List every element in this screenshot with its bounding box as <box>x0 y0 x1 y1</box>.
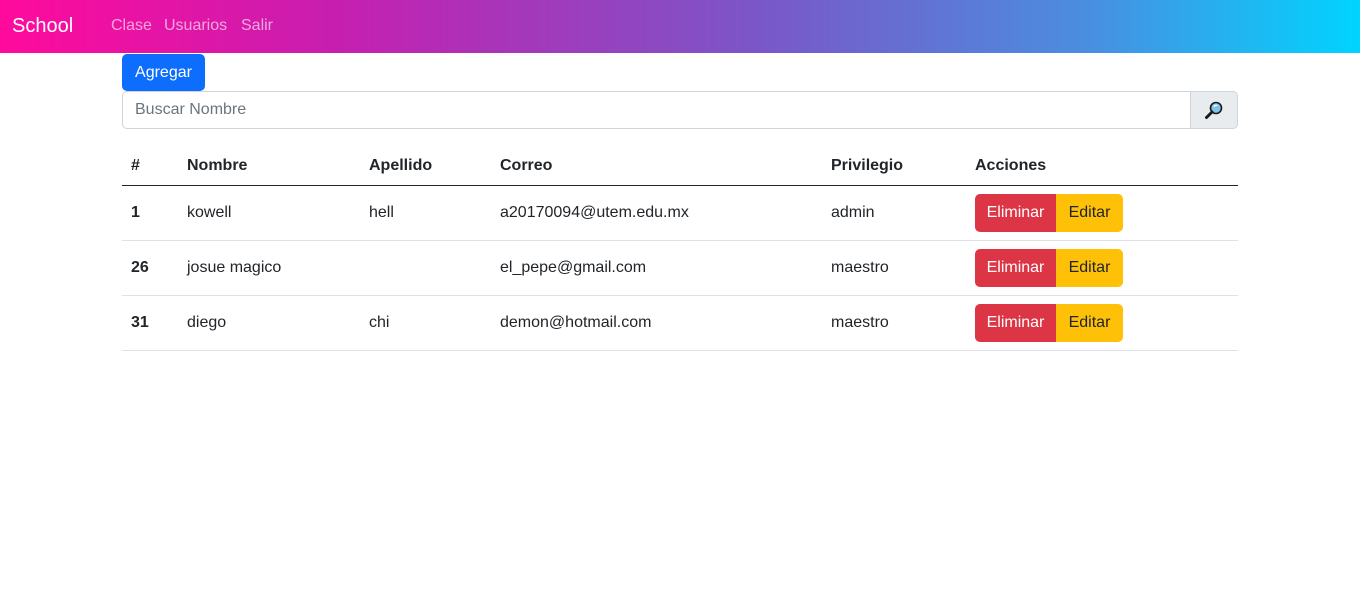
header-correo: Correo <box>500 157 553 174</box>
delete-button[interactable]: Eliminar <box>975 249 1056 287</box>
row-actions: Eliminar Editar <box>975 194 1123 232</box>
magnifier-icon <box>1205 101 1223 119</box>
header-privilegio: Privilegio <box>831 157 904 174</box>
nav-link-usuarios[interactable]: Usuarios <box>164 16 227 36</box>
brand-link[interactable]: School <box>12 13 73 39</box>
cell-id: 26 <box>131 259 149 276</box>
cell-id: 31 <box>131 314 149 331</box>
cell-nombre: kowell <box>187 204 232 221</box>
cell-correo: demon@hotmail.com <box>500 314 652 331</box>
header-apellido: Apellido <box>369 157 433 174</box>
cell-privilegio: admin <box>831 204 875 221</box>
nav-link-salir[interactable]: Salir <box>241 16 273 36</box>
top-navbar: School Clase Usuarios Salir <box>0 0 1360 53</box>
cell-nombre: josue magico <box>187 259 282 276</box>
header-id: # <box>131 157 140 174</box>
header-nombre: Nombre <box>187 157 248 174</box>
edit-button[interactable]: Editar <box>1056 194 1123 232</box>
edit-button[interactable]: Editar <box>1056 249 1123 287</box>
search-input[interactable] <box>122 91 1191 129</box>
table-row: 31 diego chi demon@hotmail.com maestro E… <box>122 296 1238 351</box>
table-row: 26 josue magico el_pepe@gmail.com maestr… <box>122 241 1238 296</box>
users-table: # Nombre Apellido Correo Privilegio Acci… <box>122 146 1238 351</box>
table-header: # Nombre Apellido Correo Privilegio Acci… <box>122 146 1238 186</box>
delete-button[interactable]: Eliminar <box>975 304 1056 342</box>
cell-privilegio: maestro <box>831 259 889 276</box>
cell-id: 1 <box>131 204 140 221</box>
cell-privilegio: maestro <box>831 314 889 331</box>
cell-correo: a20170094@utem.edu.mx <box>500 204 689 221</box>
edit-button[interactable]: Editar <box>1056 304 1123 342</box>
nav-link-clase[interactable]: Clase <box>111 16 152 36</box>
add-button[interactable]: Agregar <box>122 54 205 91</box>
search-group <box>122 91 1238 129</box>
delete-button[interactable]: Eliminar <box>975 194 1056 232</box>
cell-correo: el_pepe@gmail.com <box>500 259 647 276</box>
search-button[interactable] <box>1190 91 1238 129</box>
row-actions: Eliminar Editar <box>975 304 1123 342</box>
cell-nombre: diego <box>187 314 227 331</box>
row-actions: Eliminar Editar <box>975 249 1123 287</box>
header-acciones: Acciones <box>975 157 1047 174</box>
cell-apellido: hell <box>369 204 394 221</box>
table-row: 1 kowell hell a20170094@utem.edu.mx admi… <box>122 186 1238 241</box>
cell-apellido: chi <box>369 314 390 331</box>
